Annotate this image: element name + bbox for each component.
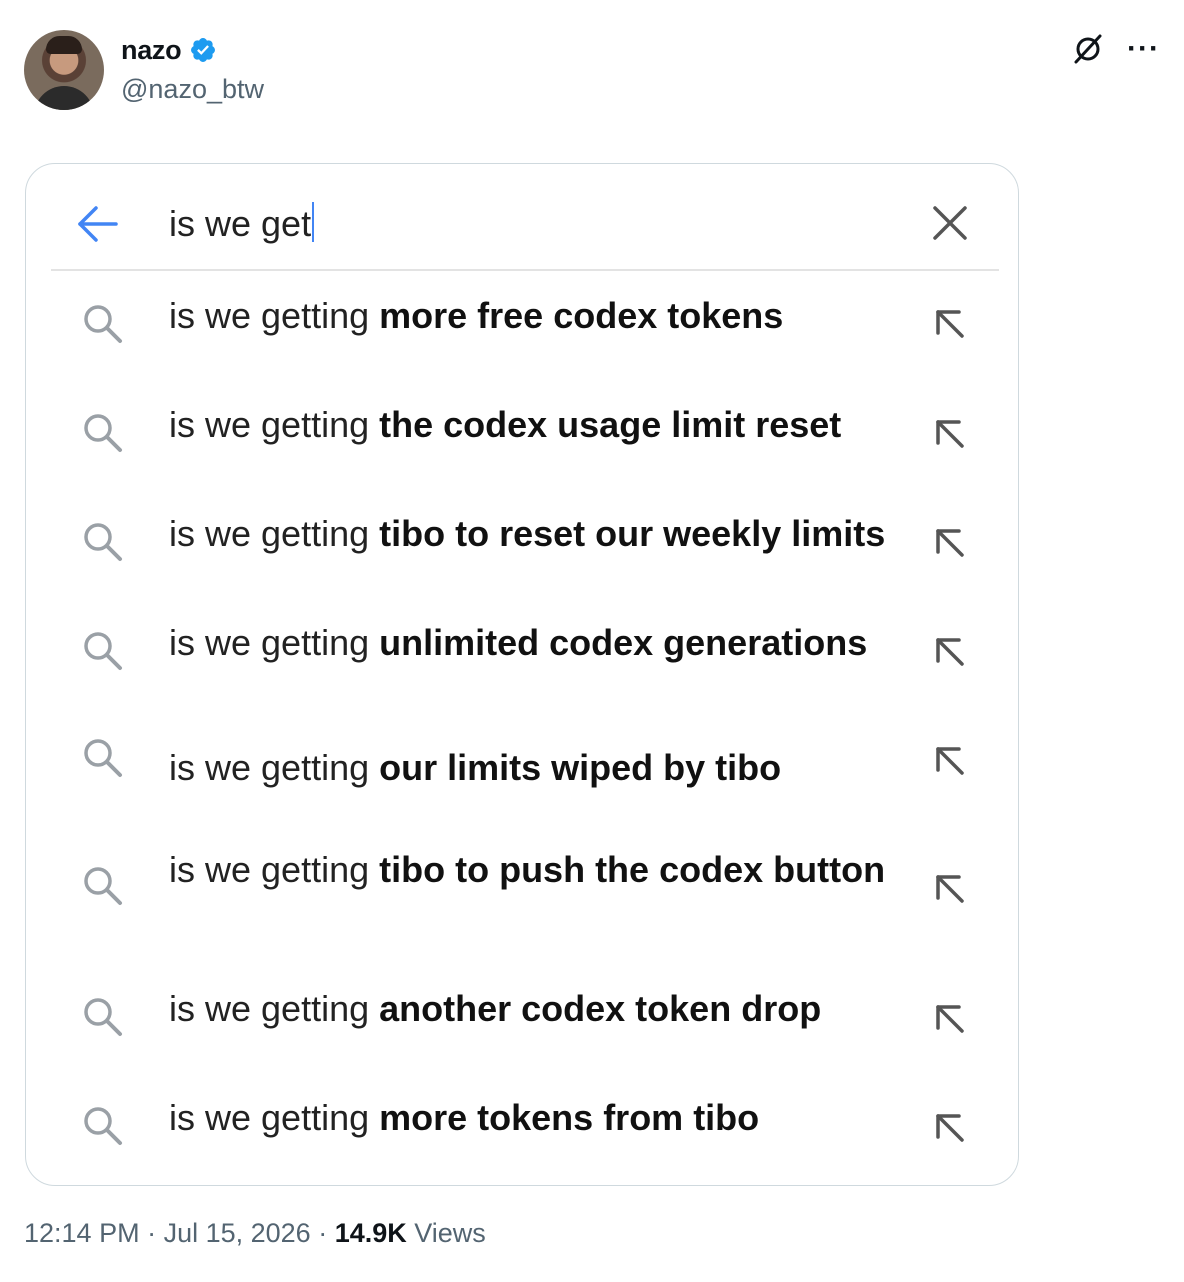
suggestion-text: is we getting more tokens from tibo (169, 1094, 929, 1142)
avatar[interactable] (24, 30, 104, 110)
suggestion-prefix: is we getting (169, 622, 380, 663)
search-input[interactable]: is we get (169, 200, 315, 248)
suggestion-prefix: is we getting (169, 513, 380, 554)
search-icon (84, 414, 122, 452)
arrow-up-left-icon[interactable] (933, 307, 967, 341)
views-label: Views (406, 1218, 486, 1248)
arrow-up-left-icon[interactable] (933, 1111, 967, 1145)
arrow-up-left-icon[interactable] (933, 417, 967, 451)
author-handle[interactable]: @nazo_btw (121, 74, 264, 105)
arrow-up-left-icon[interactable] (933, 1002, 967, 1036)
search-icon (84, 632, 122, 670)
arrow-up-left-icon[interactable] (933, 872, 967, 906)
views-count: 14.9K (334, 1218, 407, 1248)
suggestion-text: is we getting our limits wiped by tibo (169, 744, 929, 792)
search-icon (84, 1107, 122, 1145)
search-icon (84, 867, 122, 905)
suggestion-text: is we getting another codex token drop (169, 985, 929, 1033)
back-arrow-icon[interactable] (76, 204, 118, 244)
separator: · (310, 1218, 335, 1248)
more-icon[interactable]: ··· (1127, 34, 1160, 64)
author-name-row[interactable]: nazo (121, 34, 217, 66)
suggestion-text: is we getting tibo to push the codex but… (169, 846, 929, 894)
close-icon[interactable] (931, 204, 969, 242)
arrow-up-left-icon[interactable] (933, 744, 967, 778)
search-bar: is we get (26, 164, 1018, 270)
search-icon (84, 523, 122, 561)
suggestion-completion: tibo to reset our weekly limits (379, 513, 886, 554)
suggestion-completion: our limits wiped by tibo (379, 747, 782, 788)
search-icon (84, 305, 122, 343)
arrow-up-left-icon[interactable] (933, 635, 967, 669)
suggestion-prefix: is we getting (169, 747, 380, 788)
header-actions: ··· (1071, 32, 1160, 66)
suggestion-text: is we getting unlimited codex generation… (169, 619, 929, 667)
suggestion-prefix: is we getting (169, 988, 380, 1029)
grok-icon[interactable] (1071, 32, 1105, 66)
suggestion-prefix: is we getting (169, 404, 380, 445)
suggestion-prefix: is we getting (169, 295, 380, 336)
suggestion-completion: unlimited codex generations (379, 622, 868, 663)
suggestion-completion: the codex usage limit reset (379, 404, 842, 445)
search-icon (84, 998, 122, 1036)
suggestion-completion: more tokens from tibo (379, 1097, 760, 1138)
suggestion-prefix: is we getting (169, 1097, 380, 1138)
suggestion-completion: tibo to push the codex button (379, 849, 886, 890)
suggestion-completion: more free codex tokens (379, 295, 784, 336)
author-display-name[interactable]: nazo (121, 35, 182, 66)
tweet-header: nazo @nazo_btw ··· (24, 28, 1160, 112)
suggestion-prefix: is we getting (169, 849, 380, 890)
search-query-text: is we get (169, 203, 312, 244)
search-icon (84, 739, 122, 777)
suggestion-text: is we getting tibo to reset our weekly l… (169, 510, 929, 558)
tweet-date[interactable]: Jul 15, 2026 (164, 1218, 311, 1248)
separator: · (139, 1218, 164, 1248)
tweet-metadata: 12:14 PM · Jul 15, 2026 · 14.9K Views (24, 1218, 486, 1249)
suggestion-text: is we getting the codex usage limit rese… (169, 401, 929, 449)
verified-badge-icon (191, 38, 216, 62)
tweet-media-card[interactable]: is we get is we getting more free codex … (25, 163, 1019, 1186)
suggestion-text: is we getting more free codex tokens (169, 292, 929, 340)
tweet-time[interactable]: 12:14 PM (24, 1218, 140, 1248)
arrow-up-left-icon[interactable] (933, 526, 967, 560)
suggestion-completion: another codex token drop (379, 988, 822, 1029)
text-caret (312, 202, 315, 242)
search-divider (51, 269, 999, 271)
